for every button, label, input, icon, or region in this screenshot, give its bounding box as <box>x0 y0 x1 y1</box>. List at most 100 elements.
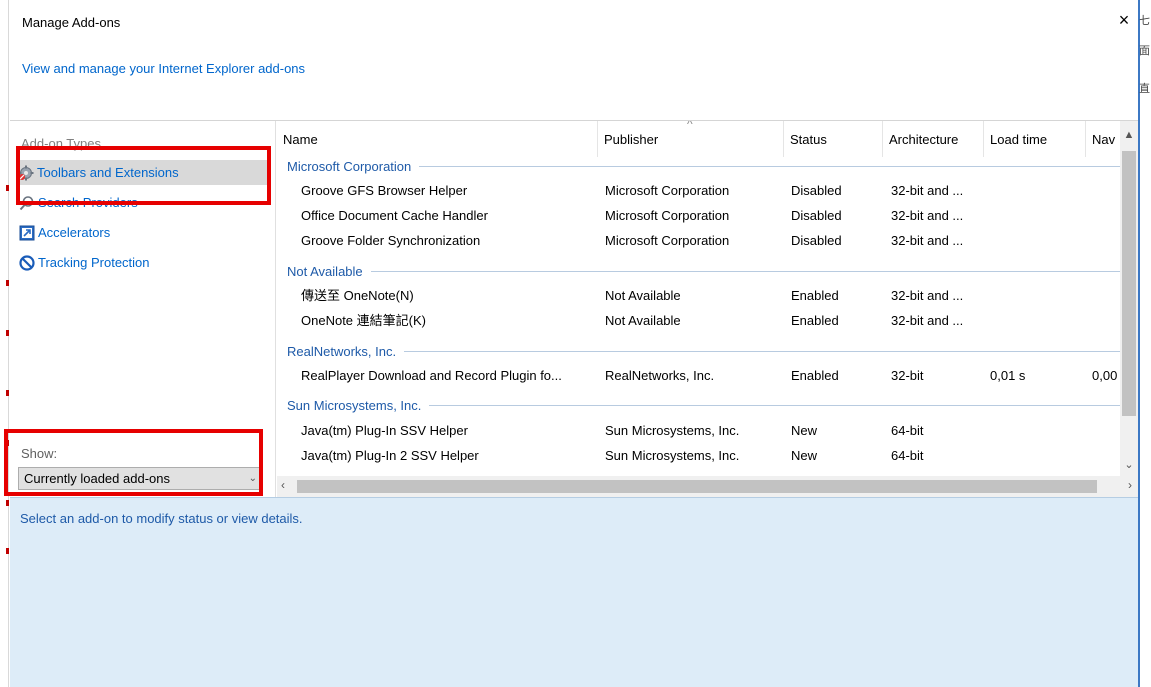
table-row[interactable]: Java(tm) Plug-In SSV Helper Sun Microsys… <box>277 419 1120 443</box>
sort-caret-icon: ^ <box>687 121 693 131</box>
cell-status: New <box>791 423 818 438</box>
edge-marker <box>6 548 9 554</box>
cell-status: Disabled <box>791 233 842 248</box>
cell-publisher: Microsoft Corporation <box>605 208 730 223</box>
scroll-up-icon[interactable]: ▲ <box>1120 129 1138 141</box>
accelerator-icon <box>19 225 35 241</box>
scroll-right-icon[interactable]: › <box>1128 478 1132 492</box>
cell-architecture: 32-bit <box>891 368 924 383</box>
close-icon: × <box>1118 10 1130 30</box>
cell-architecture: 64-bit <box>891 448 924 463</box>
group-label: Not Available <box>287 263 363 279</box>
group-header: Microsoft Corporation <box>277 154 1120 178</box>
cell-architecture: 32-bit and ... <box>891 313 964 328</box>
cell-name: RealPlayer Download and Record Plugin fo… <box>301 368 562 383</box>
addon-types-panel: Add-on Types Toolbars and Extensions Sea… <box>10 121 276 497</box>
edge-marker <box>6 280 9 286</box>
group-label: Microsoft Corporation <box>287 158 412 174</box>
sidebar-item-label: Tracking Protection <box>38 255 150 270</box>
edge-marker <box>6 390 9 396</box>
column-header-name[interactable]: Name <box>277 121 598 157</box>
cell-name: Groove GFS Browser Helper <box>301 183 468 198</box>
cell-architecture: 32-bit and ... <box>891 288 964 303</box>
edge-marker <box>6 330 9 336</box>
group-header: Not Available <box>277 259 1120 283</box>
group-label: RealNetworks, Inc. <box>287 343 397 359</box>
cell-architecture: 32-bit and ... <box>891 208 964 223</box>
background-glyph: 七 <box>1139 15 1150 27</box>
cell-status: Disabled <box>791 208 842 223</box>
chevron-down-icon: ⌄ <box>248 473 257 484</box>
edge-marker <box>6 440 9 446</box>
vertical-scroll-thumb[interactable] <box>1122 151 1136 416</box>
addons-list: Name Publisher ^ Status Architecture Loa… <box>277 121 1120 476</box>
cell-publisher: Not Available <box>605 288 681 303</box>
background-glyph: 面 <box>1139 45 1150 57</box>
group-label: Sun Microsystems, Inc. <box>287 397 422 413</box>
column-header-status[interactable]: Status <box>784 121 883 157</box>
table-row[interactable]: Java(tm) Plug-In 2 SSV Helper Sun Micros… <box>277 444 1120 468</box>
subtitle-link[interactable]: View and manage your Internet Explorer a… <box>22 61 305 76</box>
table-row[interactable]: OneNote 連結筆記(K) Not Available Enabled 32… <box>277 309 1120 333</box>
group-divider <box>404 350 1120 352</box>
sidebar-item-label: Accelerators <box>38 225 111 240</box>
table-row[interactable]: RealPlayer Download and Record Plugin fo… <box>277 364 1120 388</box>
sidebar-item-label: Search Providers <box>38 195 138 210</box>
edge-marker <box>6 185 9 191</box>
column-header-nav[interactable]: Nav <box>1086 121 1120 157</box>
background-glyph: 直 <box>1139 83 1150 95</box>
sidebar-item-toolbars-extensions[interactable]: Toolbars and Extensions <box>18 160 268 185</box>
cell-name: OneNote 連結筆記(K) <box>301 313 426 328</box>
cell-publisher: Not Available <box>605 313 681 328</box>
cell-load-time: 0,01 s <box>990 368 1026 383</box>
cell-architecture: 64-bit <box>891 423 924 438</box>
show-dropdown[interactable]: Currently loaded add-ons ⌄ <box>18 467 263 490</box>
details-hint: Select an add-on to modify status or vie… <box>20 511 303 526</box>
cell-architecture: 32-bit and ... <box>891 183 964 198</box>
show-label: Show: <box>21 446 58 461</box>
manage-addons-window: Manage Add-ons × View and manage your In… <box>4 0 1138 687</box>
vertical-scrollbar[interactable]: ▲ ⌄ <box>1120 121 1138 476</box>
horizontal-scroll-thumb[interactable] <box>297 480 1097 493</box>
sidebar-item-accelerators[interactable]: Accelerators <box>19 220 110 245</box>
scroll-left-icon[interactable]: ‹ <box>281 478 285 492</box>
sidebar-item-label: Toolbars and Extensions <box>37 165 179 180</box>
horizontal-scrollbar[interactable]: ‹ › <box>277 476 1138 497</box>
table-row[interactable]: Groove Folder Synchronization Microsoft … <box>277 229 1120 253</box>
column-header-load-time[interactable]: Load time <box>984 121 1086 157</box>
addon-types-label: Add-on Types <box>21 136 101 151</box>
cell-name: Java(tm) Plug-In SSV Helper <box>301 423 468 438</box>
group-header: RealNetworks, Inc. <box>277 339 1120 363</box>
right-screen-edge: 七 面 直 <box>1138 0 1151 687</box>
group-divider <box>370 270 1120 272</box>
sidebar-item-search-providers[interactable]: Search Providers <box>19 190 138 215</box>
table-row[interactable]: Office Document Cache Handler Microsoft … <box>277 204 1120 228</box>
gear-icon <box>18 165 34 181</box>
left-screen-edge <box>0 0 9 687</box>
table-row[interactable]: Groove GFS Browser Helper Microsoft Corp… <box>277 179 1120 203</box>
cell-publisher: Microsoft Corporation <box>605 233 730 248</box>
cell-status: Enabled <box>791 368 839 383</box>
cell-name: 傳送至 OneNote(N) <box>301 288 414 303</box>
cell-name: Java(tm) Plug-In 2 SSV Helper <box>301 448 479 463</box>
cell-publisher: Sun Microsystems, Inc. <box>605 448 740 463</box>
cell-status: Enabled <box>791 288 839 303</box>
table-row[interactable]: 傳送至 OneNote(N) Not Available Enabled 32-… <box>277 284 1120 308</box>
cell-nav: 0,00 <box>1092 368 1118 383</box>
edge-marker <box>6 500 9 506</box>
cell-architecture: 32-bit and ... <box>891 233 964 248</box>
column-header-architecture[interactable]: Architecture <box>883 121 984 157</box>
group-divider <box>419 165 1120 167</box>
cell-status: Enabled <box>791 313 839 328</box>
group-header: Sun Microsystems, Inc. <box>277 393 1120 417</box>
cell-status: New <box>791 448 818 463</box>
show-dropdown-value: Currently loaded add-ons <box>24 471 170 486</box>
sidebar-item-tracking-protection[interactable]: Tracking Protection <box>19 250 150 275</box>
close-button[interactable]: × <box>1114 9 1134 31</box>
cell-publisher: RealNetworks, Inc. <box>605 368 715 383</box>
window-title: Manage Add-ons <box>22 15 121 30</box>
scroll-down-icon[interactable]: ⌄ <box>1120 458 1138 471</box>
group-divider <box>429 404 1120 406</box>
cell-name: Groove Folder Synchronization <box>301 233 481 248</box>
details-pane: Select an add-on to modify status or vie… <box>10 497 1138 687</box>
